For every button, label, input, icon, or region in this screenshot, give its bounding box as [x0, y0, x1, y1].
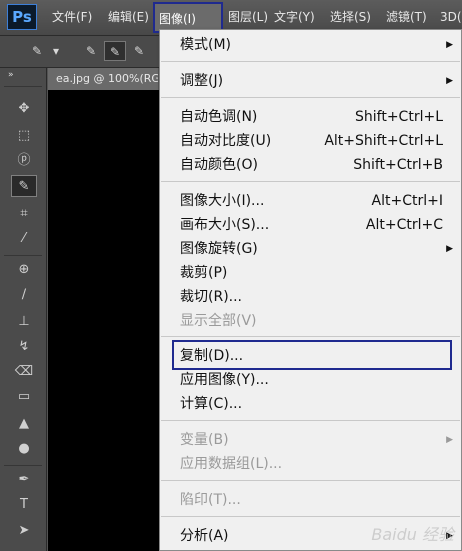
- baidu-watermark: Baidu 经验: [371, 525, 454, 544]
- dodge-icon[interactable]: ●: [11, 438, 37, 460]
- photoshop-logo: Ps: [7, 4, 37, 30]
- menu-item-label: 分析(A): [180, 528, 229, 544]
- eraser-icon[interactable]: ⌫: [11, 361, 37, 383]
- menu-item-label: 裁剪(P): [180, 265, 228, 281]
- subtract-selection-icon[interactable]: ✎: [128, 41, 150, 61]
- tools-panel: » ✥ ⬚ ⓟ ✎ ⌗ ⁄ ⊕ ∕ ⊥ ↯ ⌫ ▭ ▲ ● ✒ T ➤: [0, 68, 47, 551]
- menu-item-shortcut: Shift+Ctrl+B: [353, 157, 443, 173]
- menu-item-label: 图像大小(I)...: [180, 193, 265, 209]
- menu-item-label: 应用图像(Y)...: [180, 372, 269, 388]
- submenu-arrow-icon: ▶: [446, 244, 453, 254]
- type-icon[interactable]: T: [11, 494, 37, 516]
- menu-item-auto-color[interactable]: 自动颜色(O) Shift+Ctrl+B: [180, 154, 447, 176]
- chevron-down-icon[interactable]: ▾: [50, 41, 62, 61]
- menu-item-mode[interactable]: 模式(M) ▶: [180, 34, 453, 56]
- menu-item-shortcut: Alt+Ctrl+I: [371, 193, 443, 209]
- history-brush-icon[interactable]: ↯: [11, 336, 37, 358]
- menu-item-calculations[interactable]: 计算(C)...: [180, 393, 447, 415]
- menu-separator: [161, 61, 460, 62]
- menu-item-apply-image[interactable]: 应用图像(Y)...: [180, 369, 447, 391]
- menu-item-label: 自动色调(N): [180, 109, 258, 125]
- menu-item-label: 计算(C)...: [180, 396, 243, 412]
- menu-item-label: 应用数据组(L)...: [180, 456, 283, 472]
- menu-item-label: 变量(B): [180, 432, 229, 448]
- menu-item-apply-data-set: 应用数据组(L)...: [180, 453, 447, 475]
- menu-separator: [161, 336, 460, 337]
- menu-item-shortcut: Shift+Ctrl+L: [355, 109, 443, 125]
- menu-item-label: 模式(M): [180, 37, 232, 53]
- healing-icon[interactable]: ⊕: [11, 259, 37, 281]
- menu-item-image-rotation[interactable]: 图像旋转(G) ▶: [180, 238, 453, 260]
- menu-item-canvas-size[interactable]: 画布大小(S)... Alt+Ctrl+C: [180, 214, 447, 236]
- submenu-arrow-icon: ▶: [446, 40, 453, 50]
- divider: [4, 86, 42, 87]
- marquee-icon[interactable]: ⬚: [11, 125, 37, 147]
- menu-separator: [161, 516, 460, 517]
- image-menu-dropdown: 模式(M) ▶ 调整(J) ▶ 自动色调(N) Shift+Ctrl+L 自动对…: [159, 29, 462, 551]
- menu-item-reveal-all: 显示全部(V): [180, 310, 447, 332]
- document-tab[interactable]: ea.jpg @ 100%(RG: [48, 68, 158, 90]
- menu-item-label: 自动对比度(U): [180, 133, 272, 149]
- menu-item-image-size[interactable]: 图像大小(I)... Alt+Ctrl+I: [180, 190, 447, 212]
- menu-item-auto-contrast[interactable]: 自动对比度(U) Alt+Shift+Ctrl+L: [180, 130, 447, 152]
- new-selection-icon[interactable]: ✎: [80, 41, 102, 61]
- menu-item-crop[interactable]: 裁剪(P): [180, 262, 447, 284]
- move-icon[interactable]: ✥: [11, 98, 37, 120]
- menu-item-trim[interactable]: 裁切(R)...: [180, 286, 447, 308]
- divider: [4, 465, 42, 466]
- menu-separator: [161, 97, 460, 98]
- duplicate-highlight-outline: [172, 340, 452, 370]
- divider: [4, 255, 42, 256]
- menu-edit[interactable]: 编辑(E): [108, 0, 149, 35]
- document-canvas[interactable]: [48, 90, 160, 551]
- quick-select-icon[interactable]: ✎: [11, 175, 37, 197]
- menu-item-adjust[interactable]: 调整(J) ▶: [180, 70, 453, 92]
- menu-item-auto-tone[interactable]: 自动色调(N) Shift+Ctrl+L: [180, 106, 447, 128]
- brush-icon[interactable]: ∕: [11, 284, 37, 306]
- path-select-icon[interactable]: ➤: [11, 520, 37, 542]
- menu-item-label: 画布大小(S)...: [180, 217, 270, 233]
- menu-item-shortcut: Alt+Ctrl+C: [365, 217, 443, 233]
- menu-item-trap: 陷印(T)...: [180, 489, 447, 511]
- pen-icon[interactable]: ✒: [11, 469, 37, 491]
- submenu-arrow-icon: ▶: [446, 435, 453, 445]
- gradient-icon[interactable]: ▭: [11, 386, 37, 408]
- collapse-panel-icon[interactable]: »: [8, 70, 14, 80]
- menu-separator: [161, 480, 460, 481]
- stamp-icon[interactable]: ⊥: [11, 311, 37, 333]
- menu-item-shortcut: Alt+Shift+Ctrl+L: [324, 133, 443, 149]
- add-to-selection-icon[interactable]: ✎: [104, 41, 126, 61]
- blur-icon[interactable]: ▲: [11, 413, 37, 435]
- submenu-arrow-icon: ▶: [446, 76, 453, 86]
- menu-separator: [161, 420, 460, 421]
- menu-item-variables: 变量(B) ▶: [180, 429, 453, 451]
- menu-item-label: 裁切(R)...: [180, 289, 243, 305]
- menu-item-label: 陷印(T)...: [180, 492, 241, 508]
- tool-preset-icon[interactable]: ✎: [26, 41, 48, 61]
- crop-icon[interactable]: ⌗: [11, 203, 37, 225]
- lasso-icon[interactable]: ⓟ: [11, 150, 37, 172]
- menu-file[interactable]: 文件(F): [52, 0, 92, 35]
- eyedropper-icon[interactable]: ⁄: [11, 228, 37, 250]
- menu-item-label: 图像旋转(G): [180, 241, 258, 257]
- menu-item-label: 调整(J): [180, 73, 224, 89]
- menu-item-label: 显示全部(V): [180, 313, 257, 329]
- menu-item-label: 自动颜色(O): [180, 157, 258, 173]
- menu-separator: [161, 181, 460, 182]
